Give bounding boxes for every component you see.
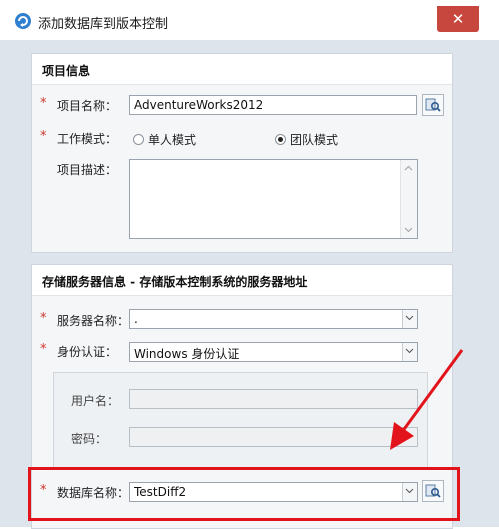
server-name-dropdown[interactable]: [402, 310, 417, 328]
required-mark: *: [40, 311, 47, 326]
required-mark: *: [40, 342, 47, 357]
auth-combo[interactable]: Windows 身份认证: [129, 342, 418, 362]
work-mode-label: 工作模式：: [57, 132, 118, 146]
server-info-title: 存储服务器信息 - 存储版本控制系统的服务器地址: [42, 275, 308, 289]
server-name-label: 服务器名称：: [57, 314, 130, 328]
description-scrollbar[interactable]: [400, 160, 417, 238]
description-label: 项目描述：: [57, 163, 118, 177]
server-info-header: 存储服务器信息 - 存储版本控制系统的服务器地址: [32, 265, 452, 296]
required-mark: *: [40, 96, 47, 111]
auth-label: 身份认证：: [57, 345, 118, 359]
annotation-highlight-box: [28, 467, 460, 521]
scroll-up-icon[interactable]: [404, 165, 413, 171]
required-mark: *: [40, 129, 47, 144]
team-mode-label[interactable]: 团队模式: [290, 131, 338, 148]
password-label: 密码：: [71, 432, 108, 446]
browse-project-button[interactable]: [422, 94, 444, 116]
auth-value: Windows 身份认证: [134, 347, 240, 361]
scroll-down-icon[interactable]: [404, 227, 413, 233]
annotation-arrow-icon: [390, 349, 464, 450]
window-title: 添加数据库到版本控制: [38, 17, 169, 32]
project-info-title: 项目信息: [42, 64, 91, 78]
username-input[interactable]: [129, 389, 418, 409]
description-textarea[interactable]: [129, 159, 418, 239]
password-input[interactable]: [129, 427, 418, 447]
close-button[interactable]: ✕: [437, 6, 479, 32]
credentials-group: [53, 372, 428, 469]
project-info-header: 项目信息: [32, 54, 452, 85]
chevron-down-icon: [405, 315, 414, 321]
project-name-label: 项目名称：: [57, 99, 118, 113]
username-label: 用户名：: [71, 394, 120, 408]
refresh-logo-icon: [15, 13, 31, 29]
project-name-input[interactable]: AdventureWorks2012: [129, 95, 417, 115]
single-mode-radio[interactable]: [133, 134, 144, 145]
title-bar: 添加数据库到版本控制 ✕: [0, 0, 499, 41]
browse-search-icon: [425, 98, 441, 112]
single-mode-label[interactable]: 单人模式: [148, 131, 196, 148]
team-mode-radio[interactable]: [275, 134, 286, 145]
server-name-value: .: [134, 312, 138, 326]
server-name-combo[interactable]: .: [129, 309, 418, 329]
